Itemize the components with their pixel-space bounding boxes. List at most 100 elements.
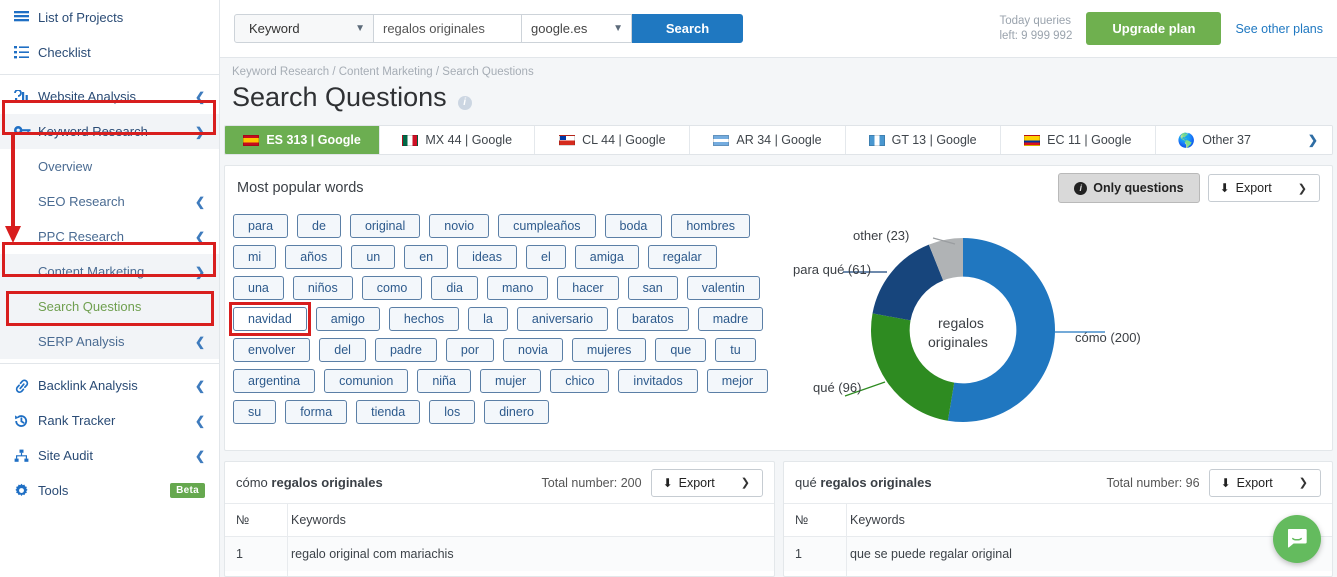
word-tag[interactable]: dia bbox=[431, 276, 478, 300]
sidebar-item-list-of-projects[interactable]: List of Projects bbox=[0, 0, 219, 35]
page-title: Search Questions bbox=[232, 82, 447, 113]
tab-gt[interactable]: GT 13 | Google bbox=[846, 126, 1001, 154]
word-tag[interactable]: los bbox=[429, 400, 475, 424]
search-button[interactable]: Search bbox=[632, 14, 743, 43]
sidebar-item-seo-research[interactable]: SEO Research ❮ bbox=[0, 184, 219, 219]
word-tag[interactable]: hechos bbox=[389, 307, 459, 331]
sidebar-item-backlink-analysis[interactable]: Backlink Analysis ❮ bbox=[0, 368, 219, 403]
search-input[interactable] bbox=[374, 14, 522, 43]
sidebar-item-rank-tracker[interactable]: Rank Tracker ❮ bbox=[0, 403, 219, 438]
word-tag[interactable]: niña bbox=[417, 369, 471, 393]
breadcrumb[interactable]: Keyword Research / Content Marketing / S… bbox=[232, 66, 1337, 78]
word-tag[interactable]: años bbox=[285, 245, 342, 269]
word-tag[interactable]: regalar bbox=[648, 245, 717, 269]
word-tag[interactable]: baratos bbox=[617, 307, 689, 331]
search-engine-select[interactable]: google.es ▼ bbox=[522, 14, 632, 43]
word-tag[interactable]: tu bbox=[715, 338, 755, 362]
tab-ec[interactable]: EC 11 | Google bbox=[1001, 126, 1156, 154]
see-other-plans-link[interactable]: See other plans bbox=[1235, 22, 1323, 36]
word-tag[interactable]: chico bbox=[550, 369, 609, 393]
sidebar-item-search-questions[interactable]: Search Questions bbox=[0, 289, 219, 324]
sidebar-item-content-marketing[interactable]: Content Marketing ❯ bbox=[0, 254, 219, 289]
word-tag[interactable]: mi bbox=[233, 245, 276, 269]
search-mode-select[interactable]: Keyword ▼ bbox=[234, 14, 374, 43]
word-tag[interactable]: novio bbox=[429, 214, 489, 238]
donut-slice-2[interactable] bbox=[873, 245, 944, 321]
word-tag[interactable]: aniversario bbox=[517, 307, 608, 331]
word-tag[interactable]: amiga bbox=[575, 245, 639, 269]
table-title-prefix: cómo bbox=[236, 475, 271, 490]
table-row[interactable]: 1 regalo original com mariachis bbox=[225, 537, 774, 571]
word-tag[interactable]: en bbox=[404, 245, 448, 269]
intercom-chat-button[interactable] bbox=[1273, 515, 1321, 563]
word-tag-navidad[interactable]: navidad bbox=[233, 307, 307, 331]
tab-es[interactable]: ES 313 | Google bbox=[225, 126, 380, 154]
export-button-que[interactable]: ⬇ Export ❯ bbox=[1209, 469, 1321, 497]
word-tag[interactable]: la bbox=[468, 307, 508, 331]
sidebar-item-site-audit[interactable]: Site Audit ❮ bbox=[0, 438, 219, 473]
word-tag[interactable]: una bbox=[233, 276, 284, 300]
word-tag[interactable]: del bbox=[319, 338, 366, 362]
sidebar-item-keyword-research[interactable]: Keyword Research ❯ bbox=[0, 114, 219, 149]
sidebar-item-website-analysis[interactable]: Website Analysis ❮ bbox=[0, 79, 219, 114]
chevron-down-icon[interactable]: ❯ bbox=[1288, 182, 1319, 195]
chevron-down-icon[interactable]: ❯ bbox=[731, 476, 762, 489]
donut-chart-svg bbox=[765, 210, 1325, 450]
word-tag[interactable]: amigo bbox=[316, 307, 380, 331]
cell-number: 1 bbox=[784, 547, 846, 561]
word-tag[interactable]: cumpleaños bbox=[498, 214, 595, 238]
sidebar-item-checklist[interactable]: Checklist bbox=[0, 35, 219, 70]
word-tag[interactable]: de bbox=[297, 214, 341, 238]
word-tag[interactable]: madre bbox=[698, 307, 763, 331]
word-tag[interactable]: ideas bbox=[457, 245, 517, 269]
chevron-down-icon[interactable]: ❯ bbox=[1308, 133, 1318, 147]
sidebar-divider bbox=[0, 363, 219, 364]
sidebar-item-overview[interactable]: Overview bbox=[0, 149, 219, 184]
word-tag[interactable]: comunion bbox=[324, 369, 408, 393]
upgrade-plan-button[interactable]: Upgrade plan bbox=[1086, 12, 1221, 45]
export-button-words[interactable]: ⬇ Export ❯ bbox=[1208, 174, 1320, 202]
word-tag[interactable]: hacer bbox=[557, 276, 618, 300]
word-tag[interactable]: novia bbox=[503, 338, 563, 362]
word-tag[interactable]: forma bbox=[285, 400, 347, 424]
word-tag[interactable]: para bbox=[233, 214, 288, 238]
only-questions-button[interactable]: i Only questions bbox=[1058, 173, 1199, 203]
word-tag[interactable]: como bbox=[362, 276, 423, 300]
word-tag[interactable]: original bbox=[350, 214, 420, 238]
word-tag[interactable]: el bbox=[526, 245, 566, 269]
export-main[interactable]: ⬇ Export bbox=[1209, 181, 1288, 195]
sidebar-item-serp-analysis[interactable]: SERP Analysis ❮ bbox=[0, 324, 219, 359]
tab-ar[interactable]: AR 34 | Google bbox=[690, 126, 845, 154]
tab-cl[interactable]: CL 44 | Google bbox=[535, 126, 690, 154]
word-tag[interactable]: invitados bbox=[618, 369, 697, 393]
word-tag[interactable]: por bbox=[446, 338, 494, 362]
sidebar-item-ppc-research[interactable]: PPC Research ❮ bbox=[0, 219, 219, 254]
word-tag[interactable]: mano bbox=[487, 276, 548, 300]
export-button-como[interactable]: ⬇ Export ❯ bbox=[651, 469, 763, 497]
word-tag[interactable]: valentin bbox=[687, 276, 760, 300]
word-tag[interactable]: envolver bbox=[233, 338, 310, 362]
chart-label-que: qué (96) bbox=[813, 380, 861, 395]
word-tag[interactable]: que bbox=[655, 338, 706, 362]
export-main[interactable]: ⬇ Export bbox=[1210, 476, 1289, 490]
table-row[interactable]: 1 que se puede regalar original bbox=[784, 537, 1332, 571]
word-tag[interactable]: su bbox=[233, 400, 276, 424]
word-tag[interactable]: un bbox=[351, 245, 395, 269]
sidebar-item-tools[interactable]: Tools Beta bbox=[0, 473, 219, 508]
word-tag[interactable]: mujer bbox=[480, 369, 541, 393]
word-tag[interactable]: padre bbox=[375, 338, 437, 362]
word-tag[interactable]: argentina bbox=[233, 369, 315, 393]
word-tag[interactable]: niños bbox=[293, 276, 353, 300]
tab-other[interactable]: 🌎 Other 37 ❯ bbox=[1156, 126, 1332, 154]
word-tag[interactable]: san bbox=[628, 276, 678, 300]
tab-mx[interactable]: MX 44 | Google bbox=[380, 126, 535, 154]
word-tag[interactable]: tienda bbox=[356, 400, 420, 424]
word-tag[interactable]: mujeres bbox=[572, 338, 646, 362]
export-main[interactable]: ⬇ Export bbox=[652, 476, 731, 490]
word-tag[interactable]: boda bbox=[605, 214, 663, 238]
info-icon[interactable]: i bbox=[458, 96, 472, 110]
word-tag[interactable]: hombres bbox=[671, 214, 750, 238]
chevron-down-icon[interactable]: ❯ bbox=[1289, 476, 1320, 489]
word-tag[interactable]: dinero bbox=[484, 400, 549, 424]
word-tag[interactable]: mejor bbox=[707, 369, 768, 393]
